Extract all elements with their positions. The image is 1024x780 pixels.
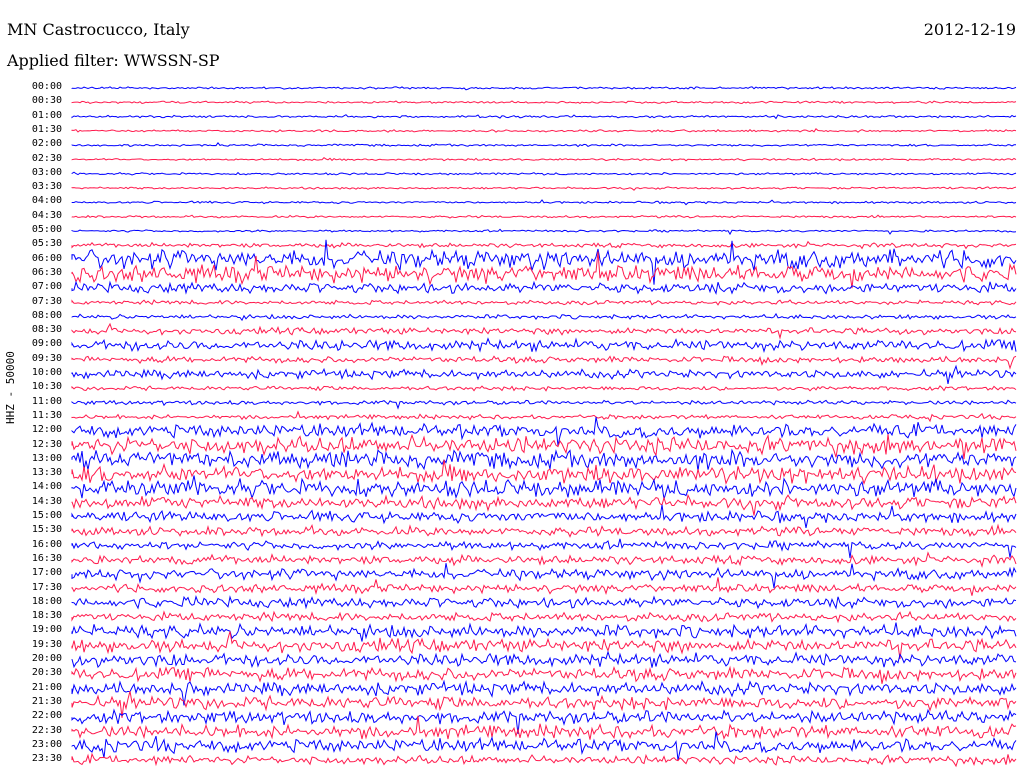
- trace-1130: [71, 410, 1017, 423]
- trace-1100: [71, 399, 1017, 410]
- trace-0530: [71, 240, 1017, 250]
- trace-1430: [71, 493, 1017, 516]
- trace-2330: [71, 752, 1017, 768]
- trace-2000: [71, 650, 1017, 669]
- trace-1700: [71, 563, 1017, 589]
- trace-1900: [71, 622, 1017, 642]
- trace-1000: [71, 364, 1017, 384]
- trace-1630: [71, 551, 1017, 568]
- trace-0300: [71, 171, 1017, 176]
- trace-1330: [71, 459, 1017, 485]
- trace-0600: [71, 239, 1017, 285]
- trace-0400: [71, 199, 1017, 206]
- trace-0930: [71, 355, 1017, 370]
- trace-1800: [71, 595, 1017, 610]
- trace-0230: [71, 157, 1017, 162]
- trace-1200: [71, 416, 1017, 446]
- trace-0030: [71, 100, 1017, 105]
- trace-0430: [71, 214, 1017, 219]
- trace-1530: [71, 523, 1017, 538]
- trace-0700: [71, 280, 1017, 296]
- trace-0730: [71, 299, 1017, 306]
- trace-0200: [71, 141, 1017, 148]
- trace-0100: [71, 114, 1017, 120]
- trace-1030: [71, 385, 1017, 392]
- trace-1930: [71, 631, 1017, 660]
- trace-1400: [71, 475, 1017, 500]
- trace-0800: [71, 312, 1017, 322]
- trace-0130: [71, 128, 1017, 133]
- trace-0500: [71, 228, 1017, 236]
- trace-2200: [71, 708, 1017, 734]
- trace-1230: [71, 433, 1017, 460]
- trace-0330: [71, 186, 1017, 191]
- trace-0000: [71, 86, 1017, 91]
- trace-1600: [71, 538, 1017, 559]
- trace-0830: [71, 322, 1017, 340]
- seismogram-plot: [71, 86, 1017, 768]
- trace-1500: [71, 504, 1017, 529]
- trace-0900: [71, 337, 1017, 354]
- trace-2130: [71, 691, 1017, 718]
- trace-1830: [71, 610, 1017, 624]
